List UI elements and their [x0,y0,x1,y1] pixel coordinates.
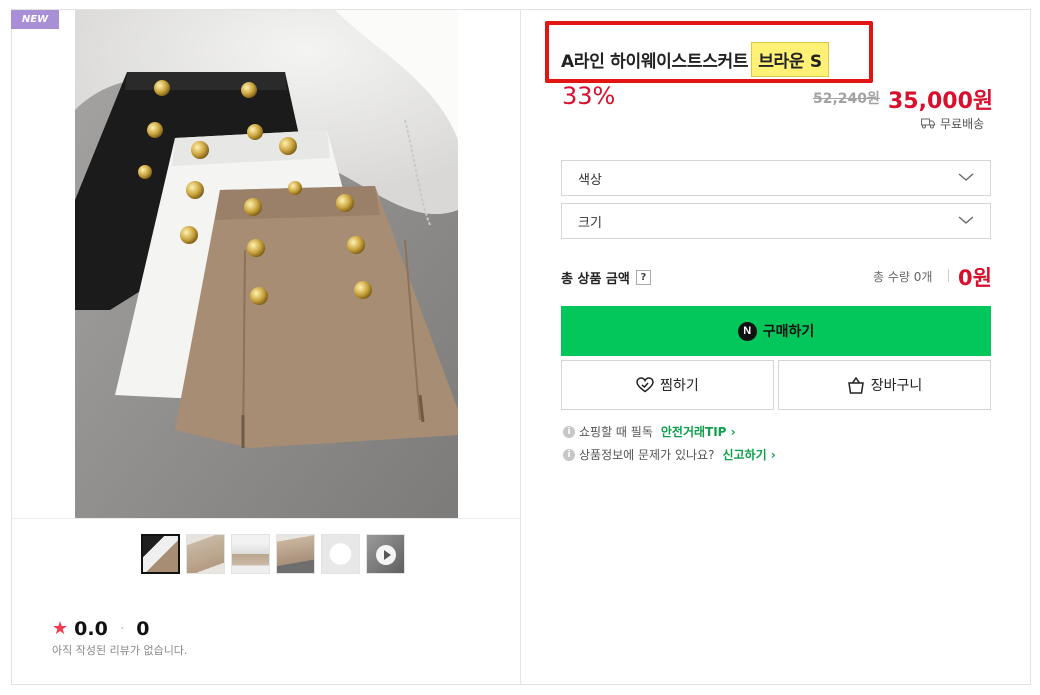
report-line: i 상품정보에 문제가 있나요? 신고하기 › [563,446,776,463]
product-title-option: 브라운 S [751,42,829,77]
wishlist-button[interactable]: 찜하기 [561,360,774,410]
review-count: 0 [136,618,150,640]
play-icon [376,545,396,565]
report-text: 상품정보에 문제가 있나요? [579,448,715,462]
safety-tip-link[interactable]: 안전거래TIP › [661,423,736,440]
product-title: A라인 하이웨이스트스커트 브라운 S [561,42,829,77]
total-quantity: 총 수량 0개 [873,270,933,284]
size-select[interactable]: 크기 [561,203,991,239]
chevron-down-icon [958,216,974,224]
discount-rate: 33% [562,82,616,110]
info-icon: i [563,425,575,438]
total-separator [948,269,949,282]
buy-button[interactable]: N 구매하기 [561,306,991,356]
rating-separator: · [119,621,125,637]
wishlist-label: 찜하기 [660,377,699,393]
product-title-main: A라인 하이웨이스트스커트 [561,52,749,72]
naver-n-icon: N [737,321,757,341]
thumbnail-3[interactable] [231,534,270,574]
main-product-image[interactable] [75,10,458,518]
info-icon: i [563,448,575,461]
rating-summary: ★ 0.0 · 0 [52,618,150,640]
safety-tip-text: 쇼핑할 때 필독 [579,425,653,439]
color-select[interactable]: 색상 [561,160,991,196]
color-select-label: 색상 [578,172,602,188]
shipping-label: 무료배송 [940,117,985,131]
cart-label: 장바구니 [870,377,923,393]
thumbnail-strip [141,534,405,574]
size-select-label: 크기 [578,215,602,231]
buy-button-label: 구매하기 [762,323,815,339]
thumbnail-1[interactable] [141,534,180,574]
total-price-label: 총 상품 금액 ? [561,268,651,287]
safety-tip-line: i 쇼핑할 때 필독 안전거래TIP › [563,423,736,440]
star-icon: ★ [52,618,69,639]
total-amount: 0원 [958,266,992,290]
cart-button[interactable]: 장바구니 [778,360,991,410]
thumbnail-2[interactable] [186,534,225,574]
truck-icon [921,118,935,129]
original-price: 52,240원 [813,91,880,107]
help-icon[interactable]: ? [635,270,651,285]
new-badge: NEW [11,10,59,29]
gallery-divider [12,518,520,519]
chevron-down-icon [958,173,974,181]
rating-score: 0.0 [74,618,108,640]
no-review-text: 아직 작성된 리뷰가 없습니다. [52,644,188,657]
report-link[interactable]: 신고하기 › [722,446,775,463]
shipping-info: 무료배송 [921,115,984,132]
shopping-bag-icon [847,376,864,394]
thumbnail-4[interactable] [276,534,315,574]
total-label-text: 총 상품 금액 [561,272,630,287]
heart-icon [636,377,654,393]
thumbnail-5[interactable] [321,534,360,574]
thumbnail-video[interactable] [366,534,405,574]
sale-price: 35,000원 [888,89,994,114]
